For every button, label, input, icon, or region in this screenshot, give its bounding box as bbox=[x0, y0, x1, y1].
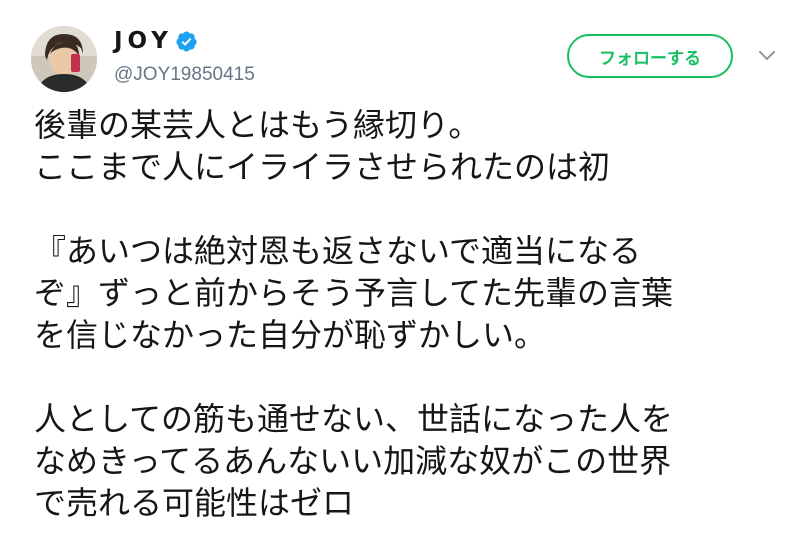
user-handle[interactable]: @JOY19850415 bbox=[114, 64, 255, 86]
display-name[interactable]: JOY bbox=[114, 28, 173, 54]
tweet-line bbox=[34, 188, 794, 230]
tweet-line: で売れる可能性はゼロ bbox=[34, 484, 355, 522]
name-row: JOY bbox=[114, 26, 198, 56]
chevron-down-icon[interactable] bbox=[757, 48, 777, 62]
tweet-line: 『あいつは絶対恩も返さないで適当になる bbox=[34, 232, 642, 270]
tweet-line: 後輩の某芸人とはもう縁切り。 bbox=[34, 106, 481, 144]
tweet-line: ぞ』ずっと前からそう予言してた先輩の言葉 bbox=[34, 274, 674, 312]
tweet-line: ここまで人にイライラさせられたのは初 bbox=[34, 148, 611, 186]
tweet-line: を信じなかった自分が恥ずかしい。 bbox=[34, 316, 547, 354]
avatar[interactable] bbox=[31, 26, 97, 92]
tweet-card: JOY @JOY19850415 フォローする 後輩の某芸人とはもう縁切り。 こ… bbox=[0, 0, 802, 538]
tweet-line bbox=[34, 356, 794, 398]
tweet-text: 後輩の某芸人とはもう縁切り。 ここまで人にイライラさせられたのは初 『あいつは絶… bbox=[34, 104, 794, 524]
tweet-line: 人としての筋も通せない、世話になった人を bbox=[34, 400, 674, 438]
tweet-line: なめきってるあんないい加減な奴がこの世界 bbox=[34, 442, 672, 480]
follow-button[interactable]: フォローする bbox=[567, 34, 733, 78]
verified-badge-icon bbox=[176, 30, 197, 52]
avatar-photo-icon bbox=[31, 26, 97, 92]
